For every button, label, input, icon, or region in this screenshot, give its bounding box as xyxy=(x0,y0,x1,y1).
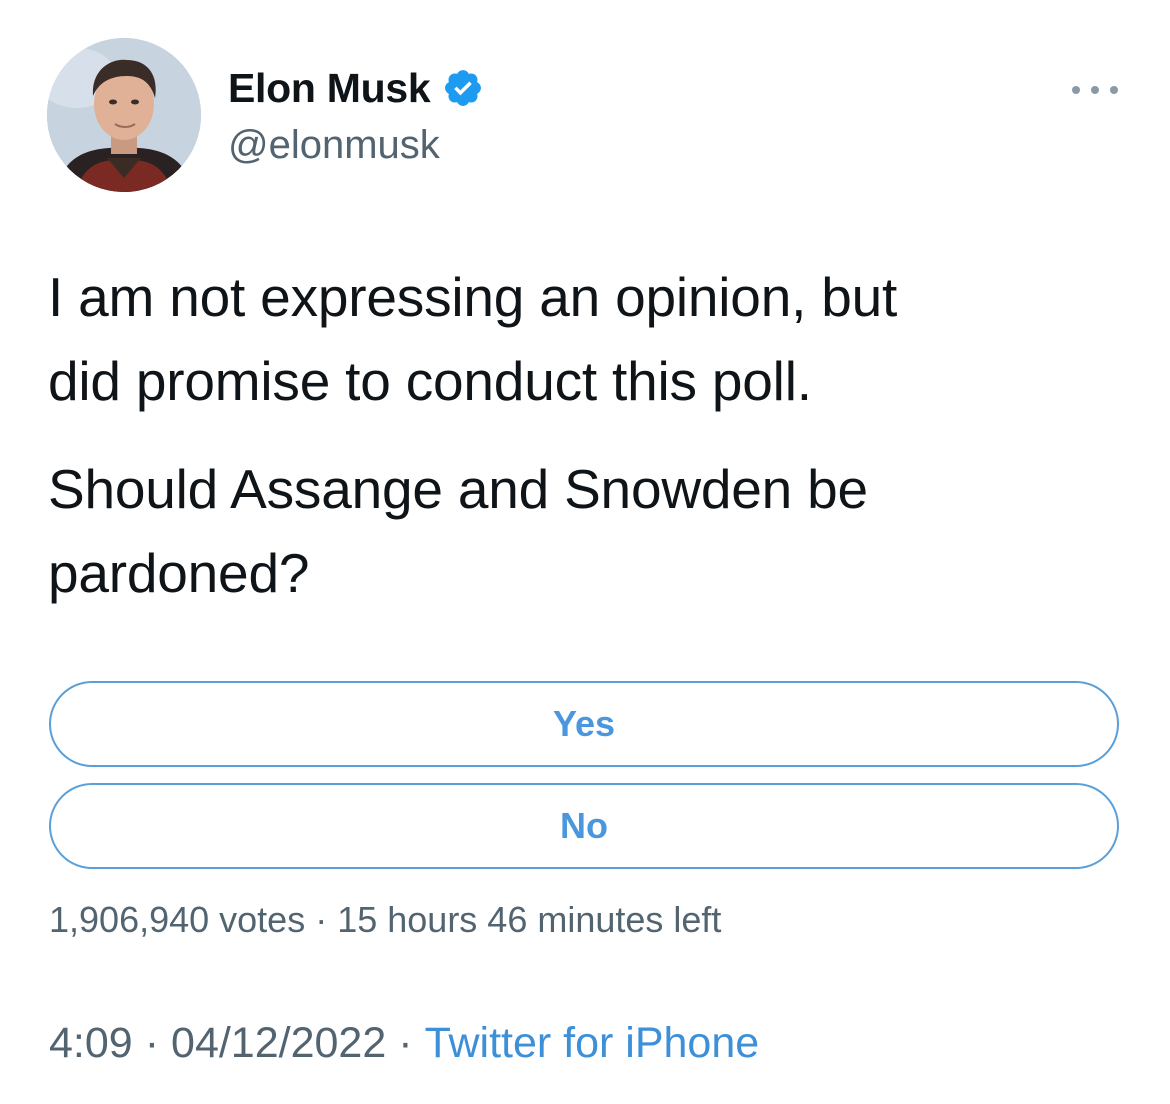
separator: · xyxy=(144,1019,160,1067)
verified-badge-icon xyxy=(442,67,484,109)
name-row: Elon Musk xyxy=(228,62,484,114)
user-handle[interactable]: @elonmusk xyxy=(228,120,484,170)
separator: · xyxy=(398,1019,413,1067)
avatar[interactable] xyxy=(47,38,201,192)
author-block: Elon Musk @elonmusk xyxy=(228,62,484,170)
poll-time-left: 15 hours 46 minutes left xyxy=(337,899,722,940)
tweet-time[interactable]: 4:09 xyxy=(49,1019,133,1067)
tweet-date[interactable]: 04/12/2022 xyxy=(171,1019,386,1067)
display-name[interactable]: Elon Musk xyxy=(228,62,431,114)
dot xyxy=(1110,86,1118,94)
dot xyxy=(1091,86,1099,94)
poll-option-yes[interactable]: Yes xyxy=(49,681,1119,767)
tweet-source-link[interactable]: Twitter for iPhone xyxy=(425,1019,760,1067)
tweet-text-paragraph-1: I am not expressing an opinion, but did … xyxy=(48,266,898,412)
separator: · xyxy=(315,899,328,940)
poll-vote-count: 1,906,940 votes xyxy=(49,899,306,940)
profile-photo xyxy=(47,38,201,192)
dot xyxy=(1072,86,1080,94)
poll-meta: 1,906,940 votes · 15 hours 46 minutes left xyxy=(49,896,721,944)
tweet-footer: 4:09 · 04/12/2022 · Twitter for iPhone xyxy=(49,1015,759,1071)
tweet: Elon Musk @elonmusk I am not expressing … xyxy=(0,0,1170,1104)
more-dots-icon[interactable] xyxy=(1072,82,1118,98)
tweet-text-paragraph-2: Should Assange and Snowden be pardoned? xyxy=(48,458,868,604)
poll-option-no[interactable]: No xyxy=(49,783,1119,869)
